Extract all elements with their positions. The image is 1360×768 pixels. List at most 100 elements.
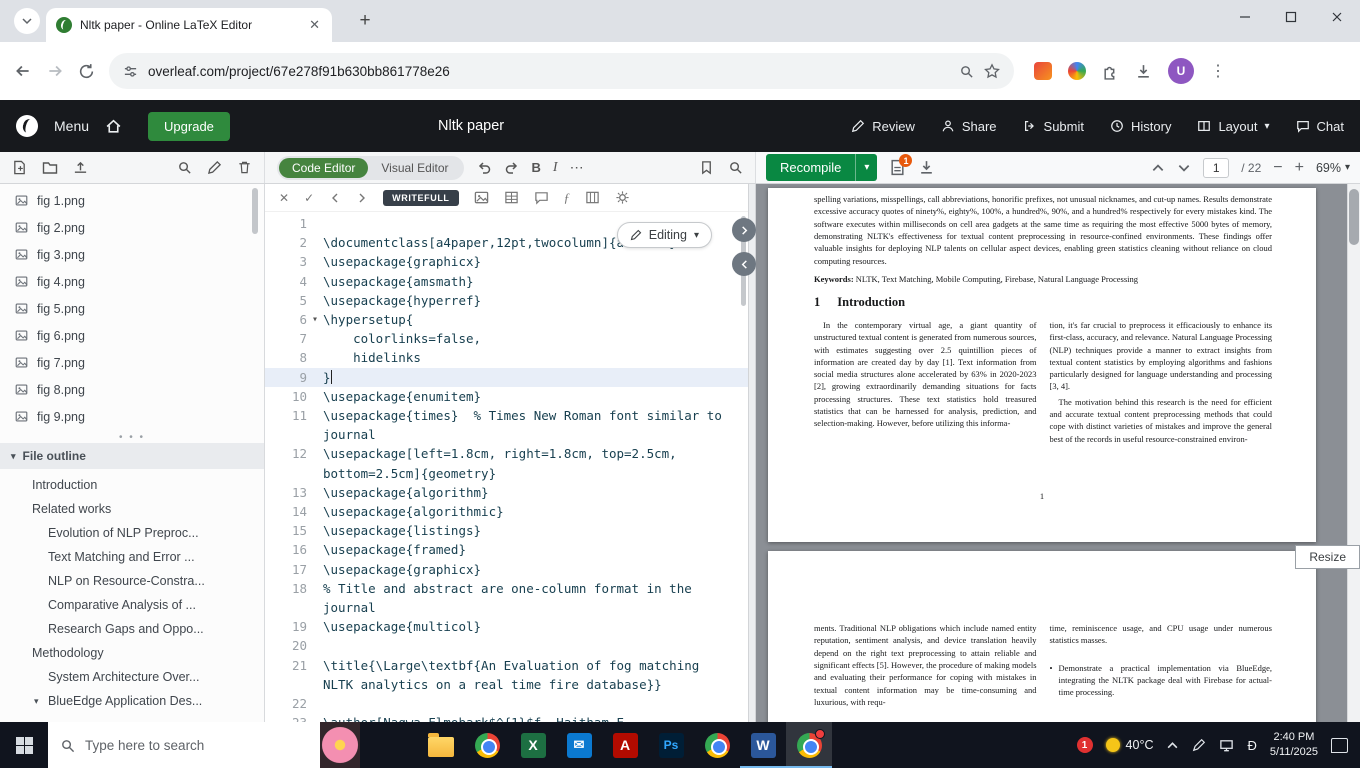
code-line[interactable]: 19 \usepackage{multicol}	[265, 617, 748, 636]
outline-item[interactable]: Methodology	[0, 641, 264, 665]
code-line[interactable]: 14 \usepackage{algorithmic}	[265, 502, 748, 521]
action-center-icon[interactable]	[1331, 737, 1348, 753]
site-settings-icon[interactable]	[123, 64, 138, 79]
share-button[interactable]: Share	[941, 119, 997, 134]
reject-change-icon[interactable]: ✕	[279, 191, 289, 205]
code-line[interactable]: 10 \usepackage{enumitem}	[265, 387, 748, 406]
pen-icon[interactable]	[1192, 738, 1206, 752]
word-icon[interactable]: W	[740, 722, 786, 768]
file-explorer-icon[interactable]	[418, 722, 464, 768]
editing-mode-dropdown[interactable]: Editing ▾	[616, 222, 712, 248]
extensions-puzzle-icon[interactable]	[1102, 63, 1119, 80]
file-tree-scrollbar[interactable]	[252, 188, 258, 234]
search-lens-icon[interactable]	[959, 64, 974, 79]
insert-figure-icon[interactable]	[474, 190, 489, 205]
page-number-input[interactable]: 1	[1203, 157, 1230, 178]
fold-chevron-icon[interactable]	[307, 329, 323, 348]
matrix-icon[interactable]	[585, 190, 600, 205]
file-tree-item[interactable]: fig 6.png	[0, 322, 264, 349]
fold-chevron-icon[interactable]	[307, 560, 323, 579]
file-tree-item[interactable]: fig 5.png	[0, 295, 264, 322]
prev-change-icon[interactable]	[329, 192, 341, 204]
fold-chevron-icon[interactable]	[307, 444, 323, 482]
fold-chevron-icon[interactable]	[307, 233, 323, 252]
code-line[interactable]: 15 \usepackage{listings}	[265, 521, 748, 540]
fold-chevron-icon[interactable]	[307, 636, 323, 655]
rename-pencil-icon[interactable]	[207, 160, 222, 175]
extension-icon-2[interactable]	[1068, 62, 1086, 80]
fold-chevron-icon[interactable]	[307, 540, 323, 559]
bookmark-star-icon[interactable]	[984, 63, 1000, 79]
url-bar[interactable]: overleaf.com/project/67e278f91b630bb8617…	[109, 53, 1014, 89]
weather-widget[interactable]: 40°C	[1105, 738, 1153, 752]
chat-button[interactable]: Chat	[1296, 119, 1344, 134]
file-tree-item[interactable]: fig 2.png	[0, 214, 264, 241]
taskbar-search-input[interactable]: Type here to search	[48, 722, 360, 768]
file-tree-item[interactable]: fig 7.png	[0, 349, 264, 376]
file-tree-item[interactable]: fig 4.png	[0, 268, 264, 295]
collapse-pdf-button[interactable]	[732, 252, 756, 276]
refresh-icon[interactable]	[78, 63, 95, 80]
recompile-label[interactable]: Recompile	[766, 154, 855, 181]
tab-close-icon[interactable]: ✕	[307, 17, 322, 33]
code-line[interactable]: 16 \usepackage{framed}	[265, 540, 748, 559]
fold-chevron-icon[interactable]	[307, 617, 323, 636]
pdf-scrollbar-thumb[interactable]	[1349, 189, 1359, 245]
new-folder-icon[interactable]	[42, 160, 58, 176]
excel-icon[interactable]: X	[510, 722, 556, 768]
code-line[interactable]: 21 \title{\Large\textbf{An Evaluation of…	[265, 656, 748, 694]
recompile-button[interactable]: Recompile ▾	[766, 154, 878, 181]
photoshop-icon[interactable]: Ps	[648, 722, 694, 768]
pdf-preview-pane[interactable]: spelling variations, misspellings, call …	[756, 184, 1360, 722]
fold-chevron-icon[interactable]	[307, 656, 323, 694]
recompile-dropdown-icon[interactable]: ▾	[855, 154, 877, 181]
undo-icon[interactable]	[476, 160, 492, 176]
forward-icon[interactable]	[46, 62, 64, 80]
file-tree-item[interactable]: fig 9.png	[0, 403, 264, 430]
insert-table-icon[interactable]	[504, 190, 519, 205]
url-text[interactable]: overleaf.com/project/67e278f91b630bb8617…	[148, 64, 949, 79]
search-icon[interactable]	[177, 160, 192, 175]
overleaf-logo[interactable]	[16, 115, 38, 137]
code-line[interactable]: 18 % Title and abstract are one-column f…	[265, 579, 748, 617]
code-line[interactable]: 23 \author[Naqwa Elmobark$^{1}$f, Haitha…	[265, 713, 748, 722]
chevron-down-icon[interactable]: ▾	[11, 451, 16, 462]
fold-chevron-icon[interactable]	[307, 368, 323, 387]
layout-button[interactable]: Layout ▾	[1197, 119, 1270, 134]
file-tree[interactable]: fig 1.png fig 2.png fig 3.png fig 4.png …	[0, 184, 264, 431]
code-line[interactable]: 3 \usepackage{graphicx}	[265, 252, 748, 271]
new-tab-button[interactable]: +	[352, 8, 378, 34]
profile-avatar[interactable]: U	[1168, 58, 1194, 84]
fold-chevron-icon[interactable]	[307, 291, 323, 310]
pdf-download-icon[interactable]	[918, 159, 935, 176]
latex-source-editor[interactable]: 1 2 \documentclass[a4paper,12pt,twocolum…	[265, 212, 748, 722]
outline-chevron-icon[interactable]: ▾	[34, 696, 48, 707]
home-icon[interactable]	[105, 118, 122, 135]
outline-item[interactable]: Comparative Analysis of ...	[0, 593, 264, 617]
add-comment-icon[interactable]	[534, 190, 549, 205]
taskbar-clock[interactable]: 2:40 PM 5/11/2025	[1270, 730, 1318, 760]
compile-log-button[interactable]: 1	[889, 154, 913, 176]
outline-item[interactable]: Related works	[0, 497, 264, 521]
redo-icon[interactable]	[504, 160, 520, 176]
file-tree-item[interactable]: fig 8.png	[0, 376, 264, 403]
chrome-icon[interactable]	[464, 722, 510, 768]
sidebar-resize-handle[interactable]: • • •	[0, 431, 264, 443]
file-outline-header[interactable]: ▾ File outline	[0, 443, 264, 469]
browser-icon[interactable]	[694, 722, 740, 768]
delete-trash-icon[interactable]	[237, 160, 252, 175]
fold-chevron-icon[interactable]	[307, 713, 323, 722]
outline-item[interactable]: Evolution of NLP Preproc...	[0, 521, 264, 545]
code-line[interactable]: 11 \usepackage{times} % Times New Roman …	[265, 406, 748, 444]
fold-chevron-icon[interactable]: ▾	[307, 310, 323, 329]
inline-math-icon[interactable]: ƒ	[564, 190, 571, 206]
input-language-indicator[interactable]: Đ	[1247, 738, 1256, 753]
upgrade-button[interactable]: Upgrade	[148, 111, 230, 141]
notification-count-badge[interactable]: 1	[1076, 737, 1093, 753]
code-line[interactable]: 8 hidelinks	[265, 348, 748, 367]
more-tools-button[interactable]: ⋯	[570, 159, 585, 176]
code-line[interactable]: 20	[265, 636, 748, 655]
settings-gear-icon[interactable]	[615, 190, 630, 205]
code-line[interactable]: 9 }	[265, 367, 748, 387]
file-outline-tree[interactable]: Introduction Related works Evolution of …	[0, 469, 264, 722]
